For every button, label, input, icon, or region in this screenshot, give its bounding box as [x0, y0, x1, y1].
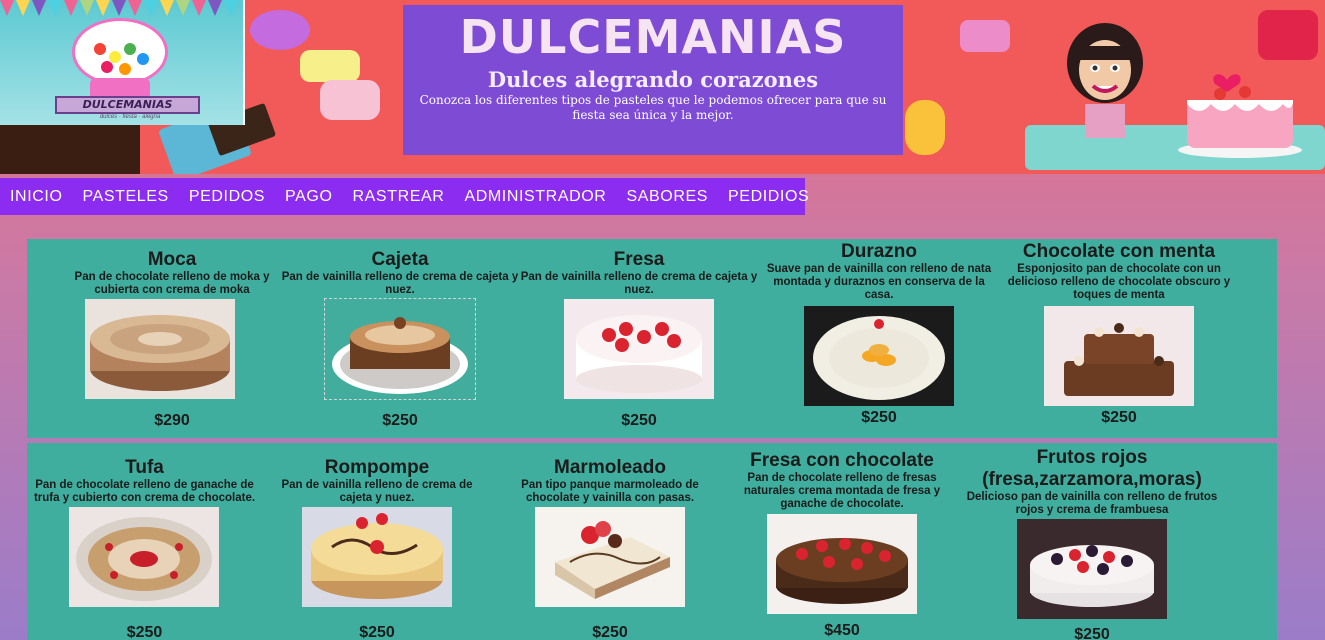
- marble-cake-image[interactable]: [535, 507, 685, 607]
- cake-price: $250: [592, 624, 628, 640]
- mocha-cake-image[interactable]: [85, 299, 235, 399]
- cake-name: Marmoleado: [554, 457, 666, 478]
- cake-price: $250: [861, 409, 897, 426]
- cakes-panel-row-1: Moca Pan de chocolate relleno de moka y …: [27, 239, 1277, 438]
- baker-avatar-icon: [1067, 23, 1143, 138]
- candy-decoration: [300, 50, 360, 82]
- cake-card-marmoleado[interactable]: Marmoleado Pan tipo panque marmoleado de…: [495, 457, 725, 640]
- candy-decoration: [320, 80, 380, 120]
- site-title: DULCEMANIAS: [459, 10, 847, 64]
- cake-name: Frutos rojos (fresa,zarzamora,moras): [982, 447, 1202, 490]
- cake-price: $250: [359, 624, 395, 640]
- cake-description: Suave pan de vainilla con relleno de nat…: [766, 263, 992, 301]
- title-box: DULCEMANIAS Dulces alegrando corazones C…: [403, 5, 903, 155]
- cake-price: $450: [824, 622, 860, 639]
- nav-rastrear[interactable]: RASTREAR: [353, 188, 445, 206]
- cake-card-tufa[interactable]: Tufa Pan de chocolate relleno de ganache…: [27, 457, 262, 640]
- cake-illustration-icon: [1178, 74, 1302, 158]
- strawberry-cake-image[interactable]: [564, 299, 714, 399]
- cake-description: Pan tipo panque marmoleado de chocolate …: [521, 479, 699, 504]
- nav-pedidos[interactable]: PEDIDOS: [189, 188, 265, 206]
- cake-card-frutos-rojos[interactable]: Frutos rojos (fresa,zarzamora,moras) Del…: [962, 447, 1222, 640]
- nav-inicio[interactable]: INICIO: [10, 188, 63, 206]
- nav-pedidios[interactable]: PEDIDIOS: [728, 188, 809, 206]
- logo-tagline: dulces · fiesta · alegria: [99, 114, 161, 120]
- site-description: Conozca los diferentes tipos de pasteles…: [419, 93, 887, 122]
- peach-cake-image[interactable]: [804, 306, 954, 406]
- truffle-cake-image[interactable]: [69, 507, 219, 607]
- cake-name: Chocolate con menta: [1022, 241, 1216, 262]
- cake-description: Pan de vainilla relleno de crema de caje…: [281, 479, 473, 504]
- cake-price: $250: [1101, 409, 1137, 426]
- cake-card-moca[interactable]: Moca Pan de chocolate relleno de moka y …: [52, 249, 292, 434]
- header-banner: DULCEMANIAS dulces · fiesta · alegria DU…: [0, 0, 1325, 174]
- rompope-cake-image[interactable]: [302, 507, 452, 607]
- cake-description: Pan de vainilla relleno de crema de caje…: [281, 271, 519, 296]
- cake-name: Moca: [147, 249, 197, 270]
- cake-card-chocolate-menta[interactable]: Chocolate con menta Esponjosito pan de c…: [999, 241, 1239, 436]
- cake-card-rompompe[interactable]: Rompompe Pan de vainilla relleno de crem…: [267, 457, 487, 640]
- candy-decoration: [960, 20, 1010, 52]
- berries-cake-image[interactable]: [1017, 519, 1167, 619]
- cake-price: $250: [382, 412, 418, 429]
- cake-name: Fresa: [613, 249, 665, 270]
- main-nav: INICIO PASTELES PEDIDOS PAGO RASTREAR AD…: [0, 178, 809, 215]
- cake-name: Fresa con chocolate: [750, 450, 934, 471]
- cake-price: $250: [621, 412, 657, 429]
- cake-description: Delicioso pan de vainilla con relleno de…: [966, 491, 1218, 516]
- cake-card-fresa[interactable]: Fresa Pan de vainilla relleno de crema d…: [519, 249, 759, 434]
- chocolate-mint-cake-image[interactable]: [1044, 306, 1194, 406]
- cake-name: Cajeta: [371, 249, 429, 270]
- cake-description: Pan de chocolate relleno de ganache de t…: [33, 479, 256, 504]
- cake-name: Rompompe: [324, 457, 430, 478]
- candy-decoration: [0, 125, 140, 174]
- candy-decoration: [1258, 10, 1318, 60]
- cake-description: Pan de chocolate relleno de fresas natur…: [743, 472, 941, 510]
- cajeta-cake-image[interactable]: [324, 298, 476, 400]
- cake-card-durazno[interactable]: Durazno Suave pan de vainilla con rellen…: [759, 241, 999, 436]
- cakes-panel-row-2: Tufa Pan de chocolate relleno de ganache…: [27, 443, 1277, 640]
- candy-decoration: [250, 10, 310, 50]
- cake-card-fresa-chocolate[interactable]: Fresa con chocolate Pan de chocolate rel…: [727, 450, 957, 640]
- cake-price: $290: [154, 412, 190, 429]
- candy-decoration: [905, 100, 945, 155]
- site-subtitle: Dulces alegrando corazones: [487, 67, 819, 92]
- cake-description: Pan de vainilla relleno de crema de caje…: [520, 271, 758, 296]
- cake-price: $250: [1074, 626, 1110, 640]
- cake-description: Esponjosito pan de chocolate con un deli…: [1007, 263, 1231, 301]
- nav-sabores[interactable]: SABORES: [626, 188, 708, 206]
- nav-administrador[interactable]: ADMINISTRADOR: [464, 188, 606, 206]
- cake-description: Pan de chocolate relleno de moka y cubie…: [74, 271, 270, 296]
- cake-name: Durazno: [841, 241, 917, 262]
- cake-price: $250: [126, 624, 163, 640]
- cake-name: Tufa: [125, 457, 164, 478]
- nav-pago[interactable]: PAGO: [285, 188, 332, 206]
- site-logo[interactable]: DULCEMANIAS dulces · fiesta · alegria: [0, 0, 245, 125]
- gumball-machine-icon: [72, 18, 168, 86]
- logo-text: DULCEMANIAS: [55, 96, 200, 114]
- cake-card-cajeta[interactable]: Cajeta Pan de vainilla relleno de crema …: [280, 249, 520, 434]
- strawberry-chocolate-cake-image[interactable]: [767, 514, 917, 614]
- nav-pasteles[interactable]: PASTELES: [83, 188, 169, 206]
